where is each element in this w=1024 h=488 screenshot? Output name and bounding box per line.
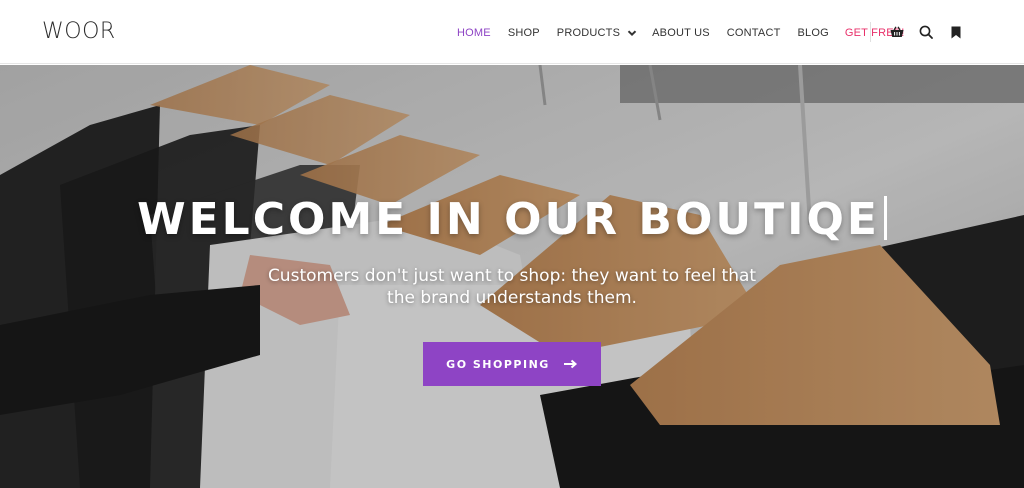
hero-title: WELCOME IN OUR BOUTIQE: [0, 194, 1024, 245]
go-shopping-label: GO SHOPPING: [446, 357, 550, 371]
top-navbar: WOOR HOME SHOP PRODUCTS ABOUT US CONTACT…: [0, 0, 1024, 64]
typing-cursor: [883, 196, 887, 240]
shopping-basket-icon[interactable]: [889, 24, 905, 40]
site-logo[interactable]: WOOR: [42, 19, 116, 44]
go-shopping-button[interactable]: GO SHOPPING: [423, 342, 601, 386]
nav-divider: [870, 22, 871, 42]
menu-item-products[interactable]: PRODUCTS: [557, 27, 620, 39]
menu-item-shop[interactable]: SHOP: [508, 27, 540, 39]
arrow-right-icon: [563, 359, 578, 369]
menu-item-blog[interactable]: BLOG: [798, 27, 829, 39]
menu-item-home[interactable]: HOME: [457, 27, 491, 39]
hero-banner: WELCOME IN OUR BOUTIQE Customers don't j…: [0, 65, 1024, 488]
menu-item-contact[interactable]: CONTACT: [727, 27, 781, 39]
hero-subtitle: Customers don't just want to shop: they …: [267, 266, 757, 308]
hero-title-text: WELCOME IN OUR BOUTIQE: [137, 194, 880, 245]
chevron-down-icon[interactable]: [626, 27, 638, 39]
menu-item-about-us[interactable]: ABOUT US: [652, 27, 710, 39]
main-menu: HOME SHOP PRODUCTS ABOUT US CONTACT BLOG…: [457, 25, 905, 41]
search-icon[interactable]: [918, 24, 934, 40]
bookmark-icon[interactable]: [948, 24, 964, 40]
